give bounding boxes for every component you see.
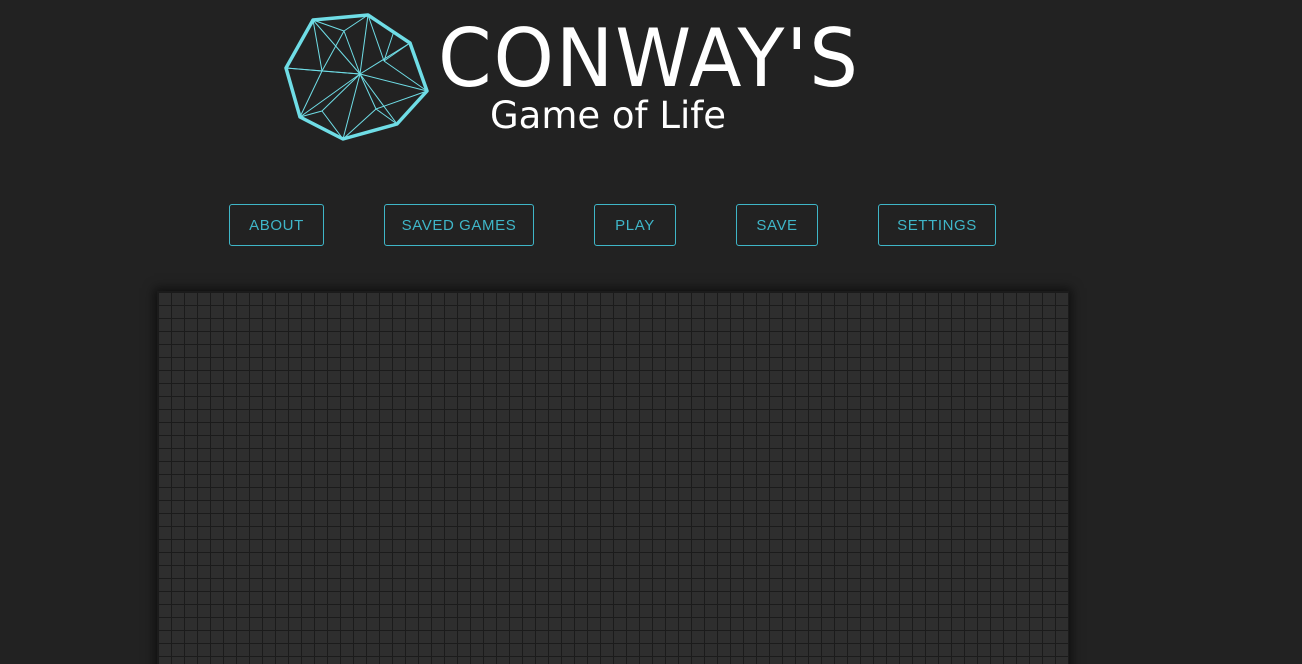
about-button[interactable]: ABOUT	[229, 204, 324, 246]
app-page: CONWAY'S Game of Life ABOUT SAVED GAMES …	[0, 0, 1302, 664]
settings-button[interactable]: SETTINGS	[878, 204, 996, 246]
logo-polygon-icon	[284, 13, 430, 143]
game-board-grid[interactable]	[157, 291, 1069, 664]
play-button[interactable]: PLAY	[594, 204, 676, 246]
save-button[interactable]: SAVE	[736, 204, 818, 246]
app-title: CONWAY'S	[438, 12, 860, 105]
saved-games-button[interactable]: SAVED GAMES	[384, 204, 534, 246]
app-subtitle: Game of Life	[490, 94, 727, 137]
